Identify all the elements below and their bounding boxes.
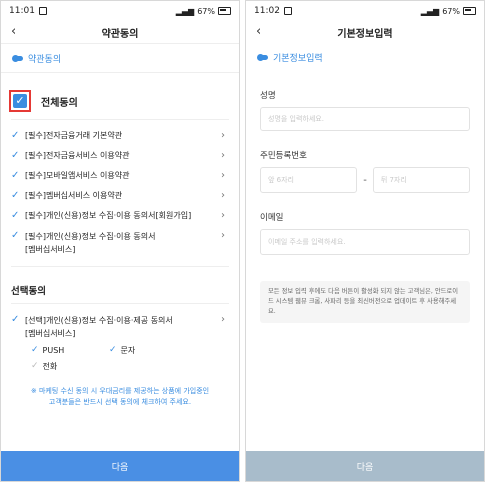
item-label: [필수]개인(신용)정보 수집·이용 동의서[회원가입] xyxy=(25,211,192,220)
rrn-separator: - xyxy=(363,174,367,186)
section-indicator: 약관동의 xyxy=(1,44,239,73)
header: ‹ 약관동의 xyxy=(1,21,239,44)
battery-icon xyxy=(463,7,476,15)
option-label: 전화 xyxy=(42,361,58,371)
section-dot-icon xyxy=(12,54,23,62)
check-icon[interactable]: ✓ xyxy=(11,186,25,206)
check-icon[interactable]: ✓ xyxy=(11,166,25,186)
option-label: 문자 xyxy=(120,345,136,355)
section-dot-icon xyxy=(257,53,268,61)
chevron-right-icon[interactable]: › xyxy=(221,230,225,242)
check-icon[interactable]: ✓ xyxy=(11,206,25,226)
section-indicator: 기본정보입력 xyxy=(246,43,484,71)
agree-all-row[interactable]: ✓ 전체동의 xyxy=(1,83,239,119)
optional-section-title: 선택동의 xyxy=(11,286,46,297)
divider xyxy=(11,266,229,267)
check-icon: ✓ xyxy=(13,94,27,108)
agreement-screen: 11:01 ▂▄▆ 67% ‹ 약관동의 약관동의 ✓ 전체동의 ✓ [필수]전자금… xyxy=(0,0,240,482)
required-item[interactable]: ✓ [필수]모바일앱서비스 이용약관 › xyxy=(1,166,239,186)
status-bar: 11:01 ▂▄▆ 67% xyxy=(1,1,239,21)
info-notice: 모든 정보 입력 후에도 다음 버튼이 활성화 되지 않는 고객님은, 안드로이… xyxy=(260,281,470,323)
chevron-right-icon[interactable]: › xyxy=(221,150,225,162)
section-label: 약관동의 xyxy=(28,54,62,65)
chevron-right-icon[interactable]: › xyxy=(221,130,225,142)
name-input[interactable]: 성명을 입력하세요. xyxy=(260,107,470,131)
required-item[interactable]: ✓ [필수]전자금융거래 기본약관 › xyxy=(1,126,239,146)
marketing-options: ✓ PUSH ✓ 문자 xyxy=(1,342,239,358)
required-item[interactable]: ✓ [필수]개인(신용)정보 수집·이용 동의서 [멤버십서비스] › xyxy=(1,226,239,258)
email-label: 이메일 xyxy=(260,213,284,223)
item-label: [필수]모바일앱서비스 이용약관 xyxy=(25,171,130,180)
battery-level: 67% xyxy=(442,6,460,16)
chevron-right-icon[interactable]: › xyxy=(221,190,225,202)
notification-icon xyxy=(38,7,47,15)
agree-all-label: 전체동의 xyxy=(41,97,78,109)
item-label-line1: [필수]개인(신용)정보 수집·이용 동의서 xyxy=(25,232,156,241)
basic-info-screen: 11:02 ▂▄▆ 67% ‹ 기본정보입력 기본정보입력 성명 성명을 입력하세… xyxy=(245,0,485,482)
item-label: [선택]개인(신용)정보 수집·이용·제공 동의서 [멤버십서비스] xyxy=(25,310,229,340)
item-label: [필수]전자금융거래 기본약관 xyxy=(25,131,123,140)
status-time: 11:01 xyxy=(9,6,35,16)
item-label-line2: [멤버십서비스] xyxy=(25,245,76,254)
option-sms[interactable]: ✓ 문자 xyxy=(109,345,187,356)
battery-level: 67% xyxy=(197,6,215,16)
check-icon[interactable]: ✓ xyxy=(31,361,39,371)
required-item[interactable]: ✓ [필수]멤버십서비스 이용약관 › xyxy=(1,186,239,206)
option-call[interactable]: ✓ 전화 xyxy=(31,361,109,372)
check-icon[interactable]: ✓ xyxy=(11,310,25,330)
page-title: 기본정보입력 xyxy=(337,28,393,40)
check-icon[interactable]: ✓ xyxy=(11,146,25,166)
optional-item[interactable]: ✓ [선택]개인(신용)정보 수집·이용·제공 동의서 [멤버십서비스] › xyxy=(1,310,239,342)
rrn-front-input[interactable]: 앞 6자리 xyxy=(260,167,358,193)
page-title: 약관동의 xyxy=(101,28,139,40)
next-button[interactable]: 다음 xyxy=(1,451,239,481)
notice-line1: ※ 마케팅 수신 동의 시 우대금리를 제공하는 상품에 가입중인 xyxy=(30,387,210,395)
back-arrow-icon[interactable]: ‹ xyxy=(11,25,25,39)
rrn-inputs: 앞 6자리 - 뒤 7자리 xyxy=(260,167,471,193)
check-icon[interactable]: ✓ xyxy=(31,345,39,355)
required-item[interactable]: ✓ [필수]전자금융서비스 이용약관 › xyxy=(1,146,239,166)
next-button[interactable]: 다음 xyxy=(246,451,484,481)
chevron-right-icon[interactable]: › xyxy=(221,210,225,222)
item-label: [필수]멤버십서비스 이용약관 xyxy=(25,191,123,200)
agree-all-checkbox[interactable]: ✓ xyxy=(9,90,31,112)
marketing-notice: ※ 마케팅 수신 동의 시 우대금리를 제공하는 상품에 가입중인 고객분들은 … xyxy=(1,386,239,408)
check-icon[interactable]: ✓ xyxy=(11,226,25,246)
signal-icon: ▂▄▆ xyxy=(175,6,195,16)
item-label-line1: [선택]개인(신용)정보 수집·이용·제공 동의서 xyxy=(25,316,173,325)
status-time: 11:02 xyxy=(254,6,280,16)
status-bar: 11:02 ▂▄▆ 67% xyxy=(246,1,484,21)
back-arrow-icon[interactable]: ‹ xyxy=(256,25,270,39)
name-label: 성명 xyxy=(260,91,276,101)
option-label: PUSH xyxy=(42,345,65,355)
signal-icon: ▂▄▆ xyxy=(420,6,440,16)
chevron-right-icon[interactable]: › xyxy=(221,170,225,182)
header: ‹ 기본정보입력 xyxy=(246,21,484,43)
item-label-line2: [멤버십서비스] xyxy=(25,329,76,338)
check-icon[interactable]: ✓ xyxy=(11,126,25,146)
option-push[interactable]: ✓ PUSH xyxy=(31,345,109,355)
required-item[interactable]: ✓ [필수]개인(신용)정보 수집·이용 동의서[회원가입] › xyxy=(1,206,239,226)
battery-icon xyxy=(218,7,231,15)
check-icon[interactable]: ✓ xyxy=(109,345,117,355)
rrn-label: 주민등록번호 xyxy=(260,151,307,161)
section-label: 기본정보입력 xyxy=(273,53,323,64)
item-label: [필수]전자금융서비스 이용약관 xyxy=(25,151,130,160)
chevron-right-icon[interactable]: › xyxy=(221,314,225,326)
rrn-back-input[interactable]: 뒤 7자리 xyxy=(372,167,471,193)
marketing-options: ✓ 전화 xyxy=(1,358,239,374)
item-label: [필수]개인(신용)정보 수집·이용 동의서 [멤버십서비스] xyxy=(25,226,229,256)
notice-line2: 고객분들은 반드시 선택 동의에 체크하여 주세요. xyxy=(48,398,192,406)
email-input[interactable]: 이메일 주소를 입력하세요. xyxy=(260,229,470,255)
notification-icon xyxy=(283,7,292,15)
